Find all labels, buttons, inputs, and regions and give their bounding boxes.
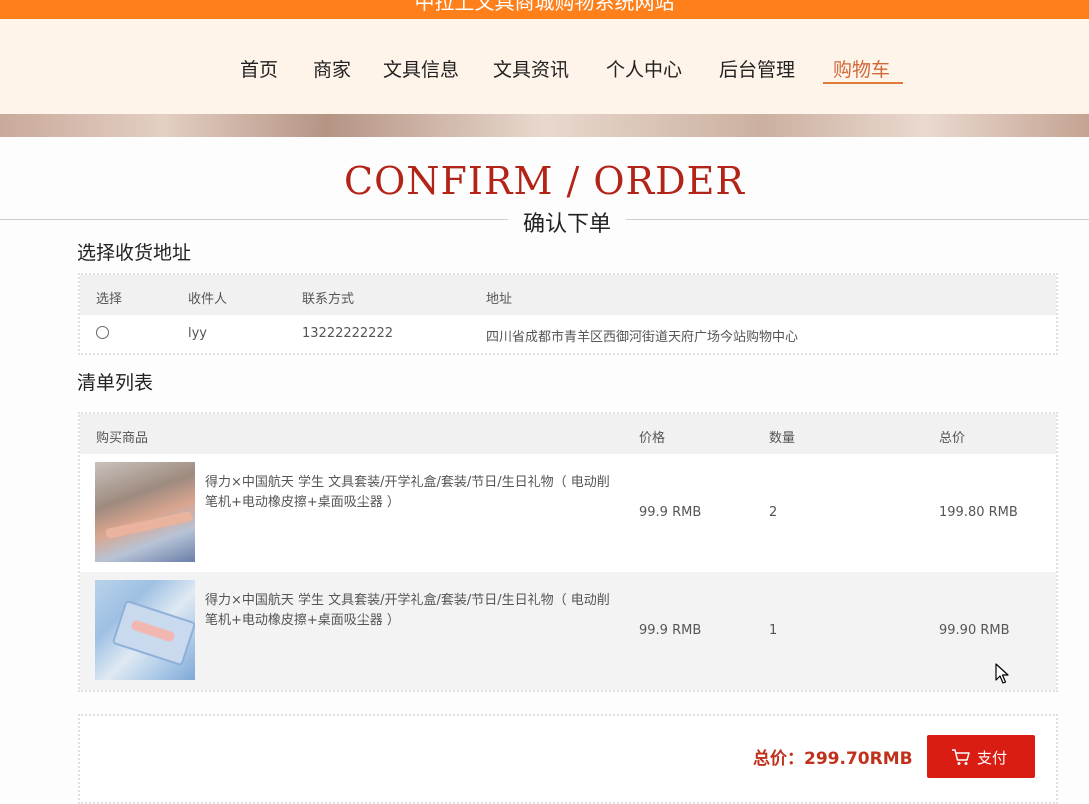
address-table: 选择 收件人 联系方式 地址 lyy 13222222222 四川省成都市青羊区… [78, 273, 1058, 355]
nav-home[interactable]: 首页 [240, 55, 278, 105]
address-section-title: 选择收货地址 [77, 242, 192, 264]
order-section-title: 清单列表 [77, 372, 154, 394]
order-row-bg [80, 572, 1056, 690]
col-quantity: 数量 [769, 431, 796, 446]
mouse-cursor-icon [995, 663, 1009, 684]
pay-button[interactable]: 支付 [927, 735, 1035, 778]
product-line-total: 99.90 RMB [939, 623, 1010, 638]
recipient-name: lyy [188, 326, 207, 341]
nav-merchants[interactable]: 商家 [313, 55, 351, 105]
pay-button-label: 支付 [977, 749, 1008, 767]
nav-personal-center[interactable]: 个人中心 [606, 55, 682, 105]
col-product: 购买商品 [96, 431, 149, 446]
site-title: 中拉上文具商城购物系统网站 [414, 0, 675, 14]
heading-divider-left [0, 219, 508, 220]
nav-cart[interactable]: 购物车 [833, 55, 890, 105]
product-pen-graphic [104, 510, 194, 540]
product-name[interactable]: 得力×中国航天 学生 文具套装/开学礼盒/套装/节日/生日礼物（ 电动削笔机+电… [205, 473, 615, 513]
col-address: 地址 [486, 292, 513, 307]
banner-image-strip [0, 114, 1089, 137]
nav-active-underline [823, 82, 903, 84]
product-price: 99.9 RMB [639, 505, 702, 520]
col-contact: 联系方式 [302, 292, 355, 307]
product-quantity: 2 [769, 505, 778, 520]
col-price: 价格 [639, 431, 666, 446]
main-navigation: 首页 商家 文具信息 文具资讯 个人中心 后台管理 购物车 [0, 19, 1089, 114]
product-image[interactable] [95, 462, 195, 562]
order-table-header: 购买商品 价格 数量 总价 [80, 414, 1056, 454]
product-name[interactable]: 得力×中国航天 学生 文具套装/开学礼盒/套装/节日/生日礼物（ 电动削笔机+电… [205, 591, 615, 631]
order-total: 总价：299.70RMB [753, 749, 913, 769]
page-title-en: CONFIRM / ORDER [344, 159, 745, 203]
recipient-address: 四川省成都市青羊区西御河街道天府广场今站购物中心 [486, 330, 799, 345]
heading-divider-right [626, 219, 1089, 220]
nav-stationery-info[interactable]: 文具信息 [383, 55, 459, 105]
top-banner: 中拉上文具商城购物系统网站 [0, 0, 1089, 19]
order-table: 购买商品 价格 数量 总价 得力×中国航天 学生 文具套装/开学礼盒/套装/节日… [78, 412, 1058, 692]
product-image[interactable] [95, 580, 195, 680]
product-line-total: 199.80 RMB [939, 505, 1018, 520]
address-table-header: 选择 收件人 联系方式 地址 [80, 275, 1056, 315]
col-total: 总价 [939, 431, 966, 446]
page-title-cn: 确认下单 [508, 206, 626, 238]
col-recipient: 收件人 [188, 292, 228, 307]
recipient-phone: 13222222222 [302, 326, 393, 341]
nav-stationery-news[interactable]: 文具资讯 [493, 55, 569, 105]
product-quantity: 1 [769, 623, 778, 638]
nav-admin[interactable]: 后台管理 [719, 55, 795, 105]
address-radio[interactable] [96, 326, 109, 339]
product-price: 99.9 RMB [639, 623, 702, 638]
col-select: 选择 [96, 292, 123, 307]
cart-icon [952, 749, 970, 765]
